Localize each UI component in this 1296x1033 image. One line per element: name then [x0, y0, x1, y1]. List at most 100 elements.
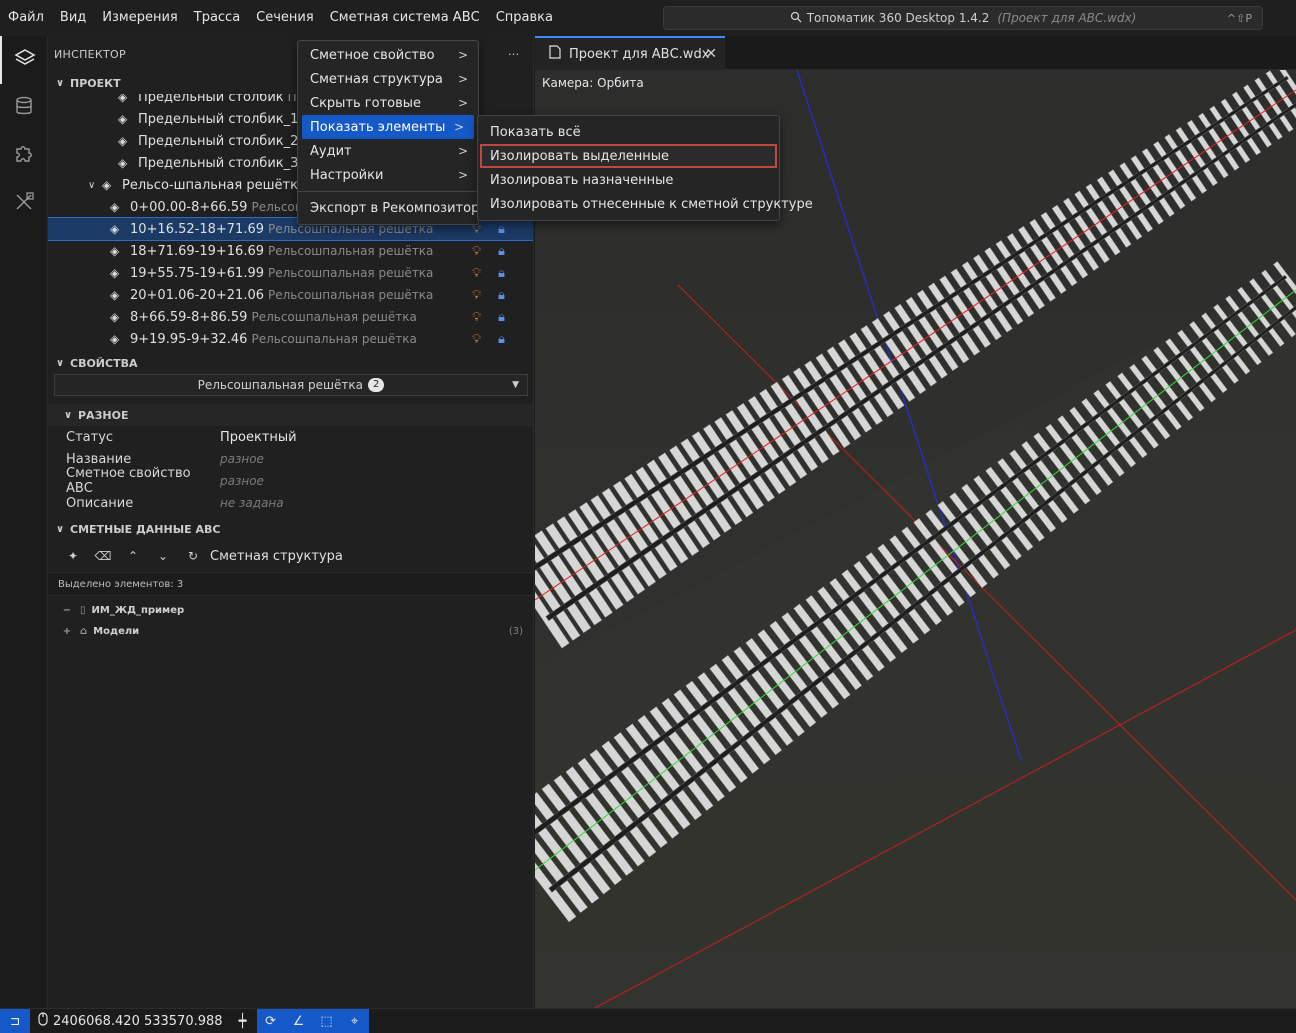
- lightbulb-icon[interactable]: 💡︎: [472, 266, 481, 281]
- toggle-icon[interactable]: +: [60, 626, 74, 637]
- submenu-item[interactable]: Изолировать назначенные: [478, 168, 779, 192]
- tree-row[interactable]: ◈ 9+19.95-9+32.46 Рельсошпальная решётка 💡︎…: [48, 328, 533, 350]
- submenu-item[interactable]: Изолировать отнесенные к сметной структу…: [478, 192, 813, 216]
- layers-icon: ◈: [118, 94, 128, 104]
- point-snap-icon[interactable]: ⌖: [340, 1008, 369, 1033]
- menu-help[interactable]: Справка: [488, 0, 561, 36]
- properties-section-header[interactable]: ∨ СВОЙСТВА: [48, 352, 533, 374]
- layers-icon: ◈: [118, 156, 128, 170]
- angle-snap-icon[interactable]: ∠: [284, 1008, 313, 1033]
- property-value[interactable]: не задана: [220, 496, 284, 510]
- estimate-tree-row[interactable]: + ⌂ Модели (3): [48, 621, 533, 642]
- tab-label: Проект для АВС.wdx: [569, 46, 710, 62]
- submenu-item[interactable]: Изолировать выделенные: [480, 144, 777, 168]
- context-menu: Сметное свойство > Сметная структура > Скрыт…: [297, 40, 479, 225]
- property-value[interactable]: Проектный: [220, 430, 297, 445]
- tree-row[interactable]: ◈ 18+71.69-19+16.69 Рельсошпальная решётка…: [48, 240, 533, 262]
- context-menu-item[interactable]: Показать элементы >: [302, 115, 474, 139]
- camera-mode-label: Камера: Орбита: [542, 76, 644, 90]
- show-elements-submenu: Показать всё Изолировать выделенные Изолир…: [477, 115, 813, 221]
- layers-activity[interactable]: [0, 36, 48, 84]
- tools-activity[interactable]: [0, 180, 48, 228]
- menu-separator: [298, 191, 478, 192]
- estimate-section-header[interactable]: ∨ СМЕТНЫЕ ДАННЫЕ АВС: [48, 518, 533, 540]
- property-key: Название: [66, 451, 132, 467]
- menu-route[interactable]: Трасса: [186, 0, 248, 36]
- chevron-right-icon: >: [457, 96, 468, 110]
- estimate-tree-row[interactable]: − ▯ ИМ_ЖД_пример: [48, 600, 533, 621]
- property-value[interactable]: разное: [220, 474, 264, 488]
- refresh-icon[interactable]: ↻: [178, 549, 208, 563]
- lock-icon[interactable]: 🔒︎: [498, 222, 505, 237]
- chevron-right-icon: >: [457, 72, 468, 86]
- more-actions-button[interactable]: ···: [508, 48, 519, 61]
- orbit-snap-icon[interactable]: ⟳: [256, 1008, 285, 1033]
- remote-icon[interactable]: ⊐: [0, 1008, 30, 1033]
- expand-icon[interactable]: ⌃: [118, 549, 148, 563]
- delete-icon[interactable]: ⌫: [88, 549, 118, 563]
- property-row[interactable]: Описание не задана: [48, 492, 533, 514]
- tree-row[interactable]: ◈ 20+01.06-20+21.06 Рельсошпальная решётка…: [48, 284, 533, 306]
- property-grid: Статус Проектный Название разное Сметное сво…: [48, 426, 533, 514]
- tree-row-label: Предельный столбик: [138, 94, 284, 105]
- tree-row[interactable]: ◈ 8+66.59-8+86.59 Рельсошпальная решётка 💡︎…: [48, 306, 533, 328]
- layers-icon: [14, 47, 36, 73]
- toggle-icon[interactable]: −: [60, 605, 74, 616]
- lock-icon[interactable]: 🔒︎: [498, 288, 505, 303]
- context-menu-label: Настройки: [310, 167, 384, 183]
- project-file-name: (Проект для АВС.wdx): [997, 11, 1137, 25]
- context-menu-label: Аудит: [310, 143, 352, 159]
- context-menu-item[interactable]: Сметная структура >: [298, 67, 478, 91]
- tab-project-file[interactable]: Проект для АВС.wdx ✕: [535, 36, 725, 70]
- chevron-down-icon[interactable]: ∨: [88, 180, 102, 191]
- lock-icon[interactable]: 🔒︎: [498, 266, 505, 281]
- database-activity[interactable]: [0, 84, 48, 132]
- chevron-right-icon: >: [457, 48, 468, 62]
- menu-abc-estimate[interactable]: Сметная система АВС: [322, 0, 488, 36]
- tree-row[interactable]: ◈ 19+55.75-19+61.99 Рельсошпальная решётка…: [48, 262, 533, 284]
- menu-sections[interactable]: Сечения: [248, 0, 322, 36]
- chevron-down-icon: ∨: [64, 409, 73, 421]
- layers-icon: ◈: [110, 310, 120, 324]
- menu-measurements[interactable]: Измерения: [94, 0, 185, 36]
- sparkle-icon[interactable]: ✦: [58, 549, 88, 563]
- lock-icon[interactable]: 🔒︎: [498, 310, 505, 325]
- tree-row-label: Предельный столбик_3: [138, 155, 299, 171]
- lock-icon[interactable]: 🔒︎: [498, 332, 505, 347]
- dropdown-arrow-icon: ▼: [512, 380, 519, 390]
- tree-row-type: Рельсошпальная решётка: [268, 266, 434, 280]
- menu-view[interactable]: Вид: [52, 0, 94, 36]
- context-menu-item[interactable]: Скрыть готовые >: [298, 91, 478, 115]
- crosshair-icon[interactable]: ┿: [229, 1009, 257, 1033]
- context-menu-item[interactable]: Настройки >: [298, 163, 478, 187]
- context-menu-item[interactable]: Экспорт в Рекомпозитор: [298, 196, 479, 220]
- project-section-title: ПРОЕКТ: [70, 76, 121, 90]
- estimate-tree-label: ИМ_ЖД_пример: [91, 605, 185, 616]
- properties-section-title: СВОЙСТВА: [70, 356, 138, 370]
- frame-snap-icon[interactable]: ⬚: [312, 1008, 341, 1033]
- misc-group-header[interactable]: ∨ РАЗНОЕ: [48, 404, 533, 426]
- command-search[interactable]: Топоматик 360 Desktop 1.4.2 (Проект для …: [663, 6, 1263, 30]
- property-row[interactable]: Статус Проектный: [48, 426, 533, 448]
- lock-icon[interactable]: 🔒︎: [498, 244, 505, 259]
- element-type-select[interactable]: Рельсошпальная решётка 2 ▼: [54, 374, 528, 396]
- property-row[interactable]: Сметное свойство АВС разное: [48, 466, 533, 496]
- estimate-structure-label[interactable]: Сметная структура: [210, 549, 343, 564]
- lightbulb-icon[interactable]: 💡︎: [472, 244, 481, 259]
- tree-row-label: 10+16.52-18+71.69: [130, 221, 264, 237]
- lightbulb-icon[interactable]: 💡︎: [472, 310, 481, 325]
- tree-row-label: 9+19.95-9+32.46: [130, 331, 248, 347]
- tree-row-label: Предельный столбик_2: [138, 133, 299, 149]
- submenu-item[interactable]: Показать всё: [478, 120, 779, 144]
- context-menu-item[interactable]: Аудит >: [298, 139, 478, 163]
- menu-file[interactable]: Файл: [0, 0, 52, 36]
- layers-icon: ◈: [102, 178, 112, 192]
- property-value[interactable]: разное: [220, 452, 264, 466]
- lightbulb-icon[interactable]: 💡︎: [472, 288, 481, 303]
- extensions-activity[interactable]: [0, 132, 48, 180]
- layers-icon: ◈: [110, 266, 120, 280]
- close-icon[interactable]: ✕: [705, 46, 717, 62]
- collapse-icon[interactable]: ⌄: [148, 549, 178, 563]
- lightbulb-icon[interactable]: 💡︎: [472, 332, 481, 347]
- context-menu-item[interactable]: Сметное свойство >: [298, 43, 478, 67]
